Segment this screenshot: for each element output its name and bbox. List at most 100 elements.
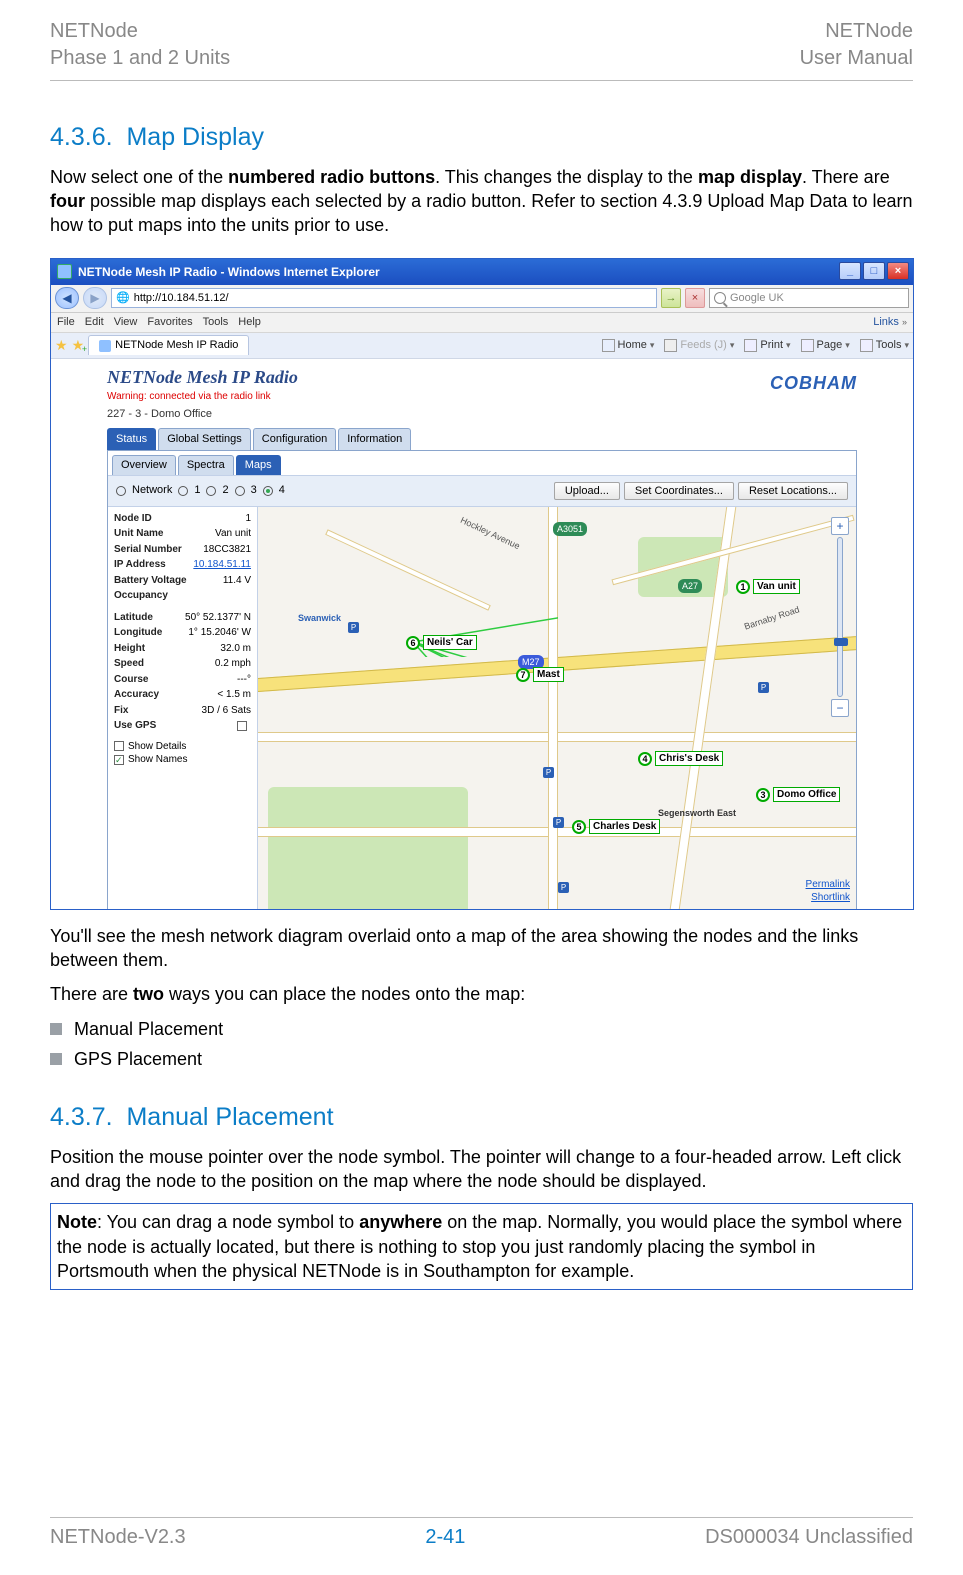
top-tabs: Status Global Settings Configuration Inf… xyxy=(107,428,857,450)
maps-control-row: Network 1 2 3 4 Upload... Set Coordinate… xyxy=(108,475,856,507)
browser-tab[interactable]: NETNode Mesh IP Radio xyxy=(88,335,249,355)
footer-right: DS000034 Unclassified xyxy=(705,1524,913,1551)
home-icon xyxy=(602,339,615,352)
cmd-tools[interactable]: Tools▾ xyxy=(860,338,909,353)
note-box: Note: You can drag a node symbol to anyw… xyxy=(50,1203,913,1290)
brand-logo: COBHAM xyxy=(770,373,857,394)
show-details-checkbox[interactable] xyxy=(114,741,124,751)
radio-network-label: Network xyxy=(132,483,172,498)
menu-favorites[interactable]: Favorites xyxy=(147,315,192,330)
footer-rule xyxy=(50,1517,913,1518)
tab-configuration[interactable]: Configuration xyxy=(253,428,336,450)
radio-1-label: 1 xyxy=(194,483,200,498)
radio-4-label: 4 xyxy=(279,483,285,498)
radio-3[interactable] xyxy=(235,486,245,496)
ip-link[interactable]: 10.184.51.11 xyxy=(193,558,251,572)
hdr-tr: NETNode xyxy=(800,18,913,45)
window-title: NETNode Mesh IP Radio - Windows Internet… xyxy=(78,264,380,280)
radio-network[interactable] xyxy=(116,486,126,496)
radio-4[interactable] xyxy=(263,486,273,496)
back-button[interactable]: ◀ xyxy=(55,287,79,309)
tab-information[interactable]: Information xyxy=(338,428,411,450)
map-attribution-links: Permalink Shortlink xyxy=(806,878,850,905)
menu-help[interactable]: Help xyxy=(238,315,261,330)
zoom-out-button[interactable]: − xyxy=(831,699,849,717)
place-segensworth: Segensworth East xyxy=(658,807,736,819)
cmd-page[interactable]: Page▾ xyxy=(801,338,850,353)
add-favorites-icon[interactable]: ★+ xyxy=(72,336,85,355)
search-box[interactable]: Google UK xyxy=(709,288,909,308)
heading-manual-placement: 4.3.7. Manual Placement xyxy=(50,1101,913,1135)
parking-icon: P xyxy=(558,882,569,893)
map-canvas[interactable]: M27 A27 A3051 Swanwick Segensworth East … xyxy=(258,507,856,909)
parking-icon: P xyxy=(758,682,769,693)
map-node-chris-desk[interactable]: 4Chris's Desk xyxy=(638,751,723,767)
address-bar[interactable]: 🌐http://10.184.51.12/ xyxy=(111,288,657,308)
links-dropdown[interactable]: Links » xyxy=(873,315,907,330)
hdr-tl: NETNode xyxy=(50,18,230,45)
set-coordinates-button[interactable]: Set Coordinates... xyxy=(624,482,734,500)
radio-1[interactable] xyxy=(178,486,188,496)
page-icon xyxy=(801,339,814,352)
tab-global-settings[interactable]: Global Settings xyxy=(158,428,251,450)
search-icon xyxy=(714,292,726,304)
bullet-manual-placement: Manual Placement xyxy=(50,1017,913,1041)
menu-file[interactable]: File xyxy=(57,315,75,330)
zoom-in-button[interactable]: + xyxy=(831,517,849,535)
tab-status[interactable]: Status xyxy=(107,428,156,450)
radio-2-label: 2 xyxy=(222,483,228,498)
subtab-spectra[interactable]: Spectra xyxy=(178,455,234,475)
favorites-star-icon[interactable]: ★ xyxy=(55,336,68,355)
zoom-thumb[interactable] xyxy=(834,638,848,646)
minimize-button[interactable]: _ xyxy=(839,262,861,280)
cmd-print[interactable]: Print▾ xyxy=(744,338,790,353)
cmd-home[interactable]: Home▾ xyxy=(602,338,655,353)
heading-map-display: 4.3.6. Map Display xyxy=(50,121,913,155)
tools-icon xyxy=(860,339,873,352)
upload-button[interactable]: Upload... xyxy=(554,482,620,500)
map-node-charles-desk[interactable]: 5Charles Desk xyxy=(572,819,660,835)
ie-menubar: File Edit View Favorites Tools Help Link… xyxy=(51,313,913,333)
feeds-icon xyxy=(664,339,677,352)
header-rule xyxy=(50,80,913,81)
app-title: NETNode Mesh IP Radio xyxy=(107,367,857,388)
shortlink[interactable]: Shortlink xyxy=(806,891,850,905)
reset-locations-button[interactable]: Reset Locations... xyxy=(738,482,848,500)
radio-2[interactable] xyxy=(206,486,216,496)
maximize-button[interactable]: □ xyxy=(863,262,885,280)
subtab-maps[interactable]: Maps xyxy=(236,455,281,475)
go-button[interactable]: → xyxy=(661,288,681,308)
address-bar-row: ◀ ▶ 🌐http://10.184.51.12/ → × Google UK xyxy=(51,285,913,313)
refresh-button[interactable]: × xyxy=(685,288,705,308)
road xyxy=(548,507,558,909)
cmd-feeds[interactable]: Feeds (J)▾ xyxy=(664,338,734,353)
park-area xyxy=(268,787,468,909)
close-button[interactable]: × xyxy=(887,262,909,280)
node-details-sidebar: Node ID1 Unit NameVan unit Serial Number… xyxy=(108,507,258,909)
footer-page-number: 2-41 xyxy=(425,1524,465,1551)
menu-tools[interactable]: Tools xyxy=(203,315,229,330)
parking-icon: P xyxy=(348,622,359,633)
menu-view[interactable]: View xyxy=(114,315,138,330)
para-two-ways: There are two ways you can place the nod… xyxy=(50,982,913,1006)
use-gps-checkbox[interactable] xyxy=(237,721,247,731)
menu-edit[interactable]: Edit xyxy=(85,315,104,330)
map-node-neils-car[interactable]: 6Neils' Car xyxy=(406,635,477,651)
map-node-mast[interactable]: 7Mast xyxy=(516,667,564,683)
map-node-domo-office[interactable]: 3Domo Office xyxy=(756,787,840,803)
show-names-checkbox[interactable] xyxy=(114,755,124,765)
subtab-overview[interactable]: Overview xyxy=(112,455,176,475)
forward-button[interactable]: ▶ xyxy=(83,287,107,309)
road-label-hockley: Hockley Avenue xyxy=(458,514,521,552)
zoom-control: + − xyxy=(830,517,850,717)
zoom-slider[interactable] xyxy=(837,537,843,697)
page-footer: NETNode-V2.3 2-41 DS000034 Unclassified xyxy=(50,1517,913,1551)
print-icon xyxy=(744,339,757,352)
road-shield-a27: A27 xyxy=(678,579,702,593)
radio-link-warning: Warning: connected via the radio link xyxy=(107,390,857,404)
map-node-van-unit[interactable]: 1Van unit xyxy=(736,579,800,595)
hdr-bl: Phase 1 and 2 Units xyxy=(50,45,230,72)
ie-titlebar: NETNode Mesh IP Radio - Windows Internet… xyxy=(51,259,913,285)
permalink[interactable]: Permalink xyxy=(806,878,850,892)
footer-left: NETNode-V2.3 xyxy=(50,1524,186,1551)
